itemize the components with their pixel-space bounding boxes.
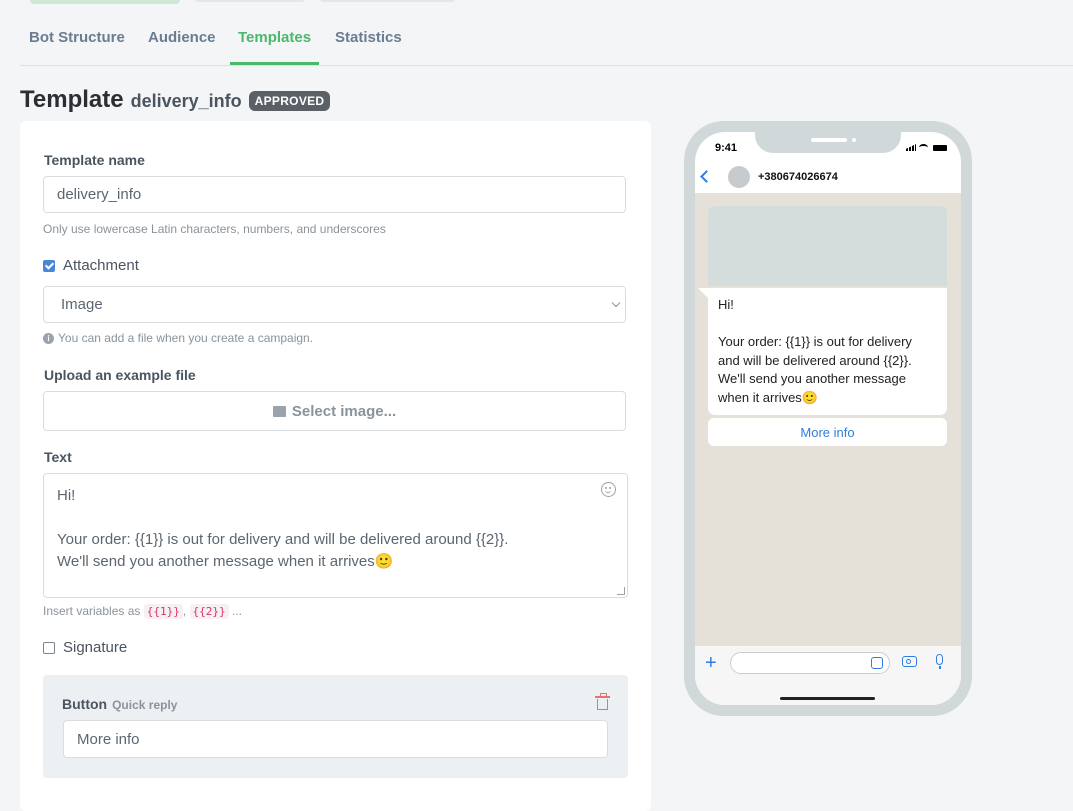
camera-icon [902, 656, 917, 667]
home-indicator [780, 697, 875, 700]
avatar [728, 166, 750, 188]
tab-statistics[interactable]: Statistics [335, 29, 402, 62]
tab-bot-structure[interactable]: Bot Structure [29, 29, 125, 62]
variable-2-code: {{2}} [189, 604, 229, 619]
speaker [811, 138, 847, 142]
contact-phone-number: +380674026674 [758, 171, 838, 183]
template-name-help: Only use lowercase Latin characters, num… [43, 222, 386, 236]
select-image-label: Select image... [291, 402, 397, 420]
signature-label: Signature [63, 639, 128, 656]
bubble-tail [698, 288, 708, 298]
attachment-checkbox[interactable] [43, 259, 55, 272]
variables-help-suffix: ... [232, 604, 243, 618]
message-line: Hi! [718, 297, 734, 312]
chat-header: +380674026674 [695, 160, 961, 193]
variables-help: Insert variables as {{1}}, {{2}} ... [43, 604, 243, 619]
button-header: Button Quick reply [62, 696, 177, 712]
wifi-icon [919, 144, 928, 151]
attachment-type-value: Image [61, 296, 103, 313]
emoji-picker-icon[interactable] [601, 482, 616, 497]
chat-area: Hi! Your order: {{1}} is out for deliver… [695, 193, 961, 646]
tab-bar: Bot Structure Audience Templates Statist… [20, 20, 1073, 66]
battery-icon [933, 144, 947, 151]
resize-handle[interactable] [617, 587, 625, 595]
attachment-help: i You can add a file when you create a c… [43, 331, 313, 345]
attachment-image-placeholder [708, 206, 947, 286]
phone-preview: 9:41 +380674026674 Hi! Your order: {{1}}… [684, 121, 972, 716]
phone-screen: 9:41 +380674026674 Hi! Your order: {{1}}… [695, 132, 961, 705]
template-name-label: Template name [44, 152, 145, 168]
quick-reply-button: More info [708, 418, 947, 446]
variables-help-prefix: Insert variables as [43, 604, 141, 618]
button-text-input[interactable]: More info [63, 720, 608, 758]
top-pill-active [30, 0, 180, 4]
text-line: We'll send you another message when it a… [57, 553, 394, 570]
button-type-label: Quick reply [112, 698, 178, 712]
top-pill [320, 0, 455, 2]
info-icon: i [43, 332, 54, 344]
page-heading: Template delivery_info APPROVED [20, 86, 331, 114]
text-line: Hi! [57, 487, 76, 504]
message-line: Your order: {{1}} is out for delivery [718, 334, 912, 349]
text-textarea[interactable]: Hi! Your order: {{1}} is out for deliver… [43, 473, 628, 598]
text-label: Text [44, 449, 72, 465]
message-field [730, 652, 890, 674]
message-line: when it arrives🙂 [718, 389, 818, 405]
message-line: We'll send you another message [718, 371, 906, 386]
tab-audience[interactable]: Audience [148, 29, 216, 62]
message-composer: + [695, 646, 961, 705]
camera-dot [852, 138, 856, 142]
text-line: Your order: {{1}} is out for delivery an… [57, 531, 509, 548]
tab-templates[interactable]: Templates [230, 29, 320, 65]
button-section: Button Quick reply More info [43, 675, 628, 778]
attachment-checkbox-row[interactable]: Attachment [43, 257, 139, 274]
signal-icon [906, 144, 916, 151]
trash-icon[interactable] [595, 693, 610, 710]
message-bubble: Hi! Your order: {{1}} is out for deliver… [708, 288, 947, 415]
back-chevron-icon [700, 170, 713, 183]
variable-1-code: {{1}} [143, 604, 183, 619]
attachment-type-select[interactable]: Image [43, 286, 626, 323]
message-line [718, 315, 937, 334]
attachment-help-text: You can add a file when you create a cam… [58, 331, 314, 345]
attachment-label: Attachment [63, 257, 139, 274]
template-name-input[interactable]: delivery_info [43, 176, 626, 213]
status-time: 9:41 [715, 142, 738, 154]
plus-icon: + [705, 652, 717, 674]
message-line: and will be delivered around {{2}}. [718, 352, 912, 368]
signature-checkbox-row[interactable]: Signature [43, 639, 127, 656]
phone-notch [755, 132, 901, 153]
status-badge: APPROVED [248, 91, 331, 111]
microphone-icon [936, 654, 943, 669]
template-form-card: Template name delivery_info Only use low… [20, 121, 651, 811]
top-pill [195, 0, 305, 2]
text-line [57, 507, 614, 529]
signature-checkbox[interactable] [43, 641, 55, 654]
upload-label: Upload an example file [44, 367, 196, 383]
select-image-button[interactable]: Select image... [43, 391, 626, 431]
chevron-down-icon [611, 298, 621, 308]
image-icon [272, 405, 286, 417]
status-icons [906, 144, 947, 151]
sticker-icon [871, 657, 883, 669]
button-label: Button [62, 696, 108, 712]
template-name-heading: delivery_info [130, 91, 242, 111]
top-navigation-stub [0, 0, 1073, 6]
page-title: Template [20, 86, 124, 113]
